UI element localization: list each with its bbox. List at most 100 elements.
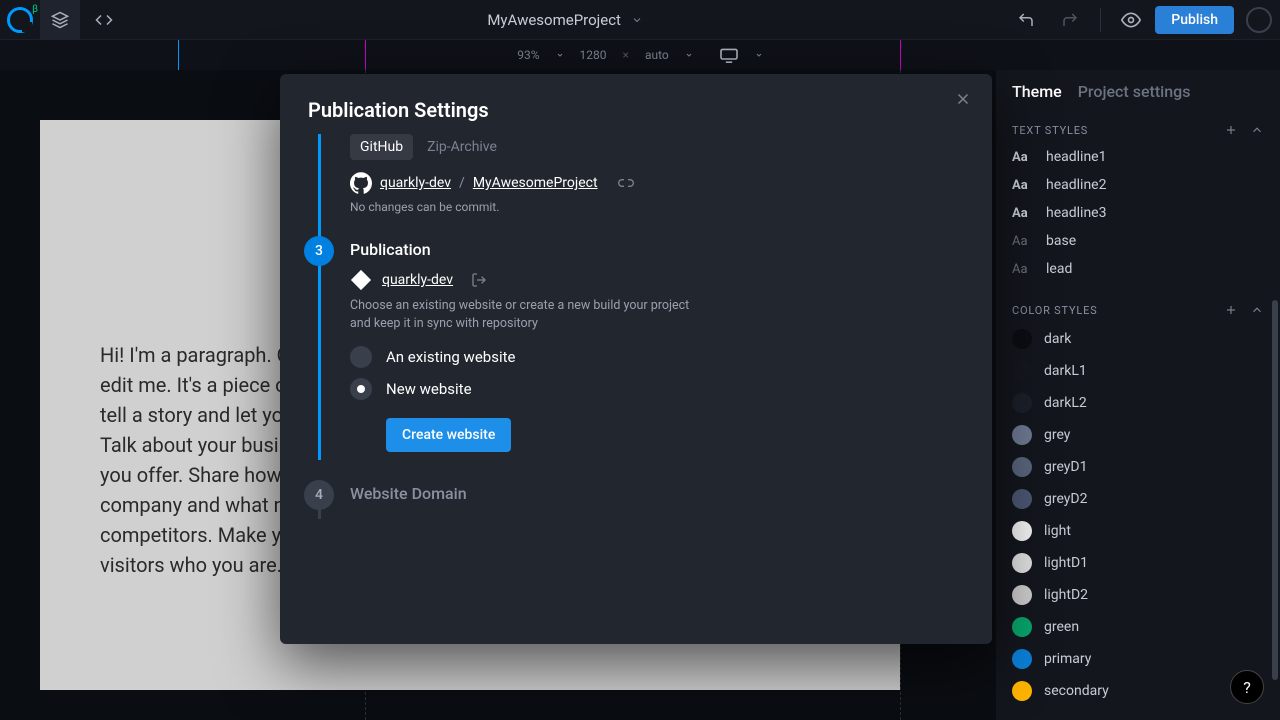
ruler-guide bbox=[900, 40, 901, 70]
color-name: dark bbox=[1044, 331, 1071, 347]
text-style-name: headline3 bbox=[1046, 205, 1106, 221]
text-style-item[interactable]: Aa headline3 bbox=[996, 199, 1280, 227]
github-icon bbox=[350, 172, 372, 194]
help-button[interactable]: ? bbox=[1230, 670, 1264, 704]
color-styles-heading: Color Styles bbox=[1012, 304, 1097, 317]
text-style-item[interactable]: Aa headline1 bbox=[996, 143, 1280, 171]
code-icon[interactable] bbox=[84, 0, 124, 40]
radio-indicator bbox=[350, 378, 372, 400]
color-name: lightD1 bbox=[1044, 555, 1088, 571]
commit-status: No changes can be commit. bbox=[350, 200, 968, 214]
text-style-item[interactable]: Aaheadline2 bbox=[996, 171, 1280, 199]
top-bar: β MyAwesomeProject Publish bbox=[0, 0, 1280, 40]
radio-existing-website[interactable]: An existing website bbox=[350, 346, 968, 368]
radio-new-website[interactable]: New website bbox=[350, 378, 968, 400]
color-style-item[interactable]: lightD2 bbox=[996, 579, 1280, 611]
layers-icon[interactable] bbox=[40, 0, 80, 40]
color-name: lightD2 bbox=[1044, 587, 1088, 603]
beta-badge: β bbox=[32, 4, 38, 15]
scrollbar[interactable] bbox=[1272, 300, 1278, 680]
preview-icon[interactable] bbox=[1111, 0, 1151, 40]
color-style-item[interactable]: greyD1 bbox=[996, 451, 1280, 483]
color-swatch bbox=[1012, 425, 1032, 445]
color-style-item[interactable]: grey bbox=[996, 419, 1280, 451]
color-style-item[interactable]: darkL2 bbox=[996, 387, 1280, 419]
radio-label: New website bbox=[386, 380, 472, 398]
color-style-item[interactable]: lightD1 bbox=[996, 547, 1280, 579]
plus-icon[interactable] bbox=[1224, 123, 1238, 137]
color-style-item[interactable]: darkL1 bbox=[996, 355, 1280, 387]
canvas-width[interactable]: 1280 bbox=[580, 48, 607, 62]
color-name: darkL2 bbox=[1044, 395, 1087, 411]
color-name: grey bbox=[1044, 427, 1070, 443]
github-owner-link[interactable]: quarkly-dev bbox=[380, 175, 451, 191]
text-style-name: headline2 bbox=[1046, 177, 1106, 193]
text-style-item[interactable]: Aabase bbox=[996, 227, 1280, 255]
color-name: greyD1 bbox=[1044, 459, 1088, 475]
subtab-zip[interactable]: Zip-Archive bbox=[417, 134, 507, 160]
color-name: secondary bbox=[1044, 683, 1109, 699]
netlify-account-link[interactable]: quarkly-dev bbox=[382, 272, 453, 288]
chevron-down-icon[interactable] bbox=[685, 51, 693, 59]
chevron-down-icon bbox=[631, 14, 643, 26]
desktop-icon[interactable] bbox=[719, 47, 739, 63]
chevron-down-icon[interactable] bbox=[556, 51, 564, 59]
color-swatch bbox=[1012, 681, 1032, 701]
color-name: darkL1 bbox=[1044, 363, 1087, 379]
color-name: light bbox=[1044, 523, 1071, 539]
project-name-label: MyAwesomeProject bbox=[487, 11, 621, 29]
text-style-name: base bbox=[1046, 233, 1076, 249]
step-3-title: Publication bbox=[350, 240, 968, 259]
step-3-badge: 3 bbox=[304, 236, 334, 266]
undo-icon[interactable] bbox=[1006, 0, 1046, 40]
subtab-github[interactable]: GitHub bbox=[350, 134, 413, 160]
color-name: greyD2 bbox=[1044, 491, 1088, 507]
text-styles-heading: Text Styles bbox=[1012, 124, 1088, 137]
color-swatch bbox=[1012, 617, 1032, 637]
redo-icon[interactable] bbox=[1050, 0, 1090, 40]
modal-title: Publication Settings bbox=[280, 74, 992, 134]
step-4-title: Website Domain bbox=[350, 484, 968, 503]
text-style-item[interactable]: Aalead bbox=[996, 255, 1280, 283]
color-swatch bbox=[1012, 585, 1032, 605]
radio-label: An existing website bbox=[386, 348, 515, 366]
color-swatch bbox=[1012, 361, 1032, 381]
unlink-icon[interactable] bbox=[618, 175, 634, 191]
color-style-item[interactable]: dark bbox=[996, 323, 1280, 355]
color-swatch bbox=[1012, 553, 1032, 573]
color-style-item[interactable]: greyD2 bbox=[996, 483, 1280, 515]
text-style-name: headline1 bbox=[1046, 149, 1106, 165]
step-3-description: Choose an existing website or create a n… bbox=[350, 297, 690, 332]
chevron-down-icon[interactable] bbox=[755, 51, 763, 59]
plus-icon[interactable] bbox=[1224, 303, 1238, 317]
text-sample-icon: Aa bbox=[1012, 206, 1034, 221]
text-sample-icon: Aa bbox=[1012, 150, 1034, 165]
tab-project-settings[interactable]: Project settings bbox=[1078, 82, 1191, 101]
ruler-guide bbox=[365, 40, 366, 70]
color-style-item[interactable]: light bbox=[996, 515, 1280, 547]
color-style-item[interactable]: green bbox=[996, 611, 1280, 643]
user-avatar[interactable] bbox=[1246, 7, 1272, 33]
ruler-guide bbox=[178, 40, 179, 70]
color-swatch bbox=[1012, 329, 1032, 349]
logout-icon[interactable] bbox=[471, 272, 487, 288]
publication-settings-modal: Publication Settings GitHub Zip-Archive … bbox=[280, 74, 992, 644]
app-logo[interactable]: β bbox=[0, 0, 40, 40]
chevron-up-icon[interactable] bbox=[1250, 123, 1264, 137]
step-4-badge: 4 bbox=[304, 480, 334, 510]
color-swatch bbox=[1012, 649, 1032, 669]
publish-button[interactable]: Publish bbox=[1155, 6, 1234, 34]
color-style-item[interactable]: primary bbox=[996, 643, 1280, 675]
radio-indicator bbox=[350, 346, 372, 368]
color-name: green bbox=[1044, 619, 1079, 635]
tab-theme[interactable]: Theme bbox=[1012, 82, 1062, 101]
netlify-icon bbox=[350, 269, 372, 291]
project-name[interactable]: MyAwesomeProject bbox=[124, 11, 1006, 29]
close-icon[interactable] bbox=[954, 90, 972, 108]
chevron-up-icon[interactable] bbox=[1250, 303, 1264, 317]
github-repo-link[interactable]: MyAwesomeProject bbox=[473, 175, 598, 191]
color-name: primary bbox=[1044, 651, 1091, 667]
create-website-button[interactable]: Create website bbox=[386, 418, 511, 452]
canvas-height[interactable]: auto bbox=[645, 48, 669, 62]
zoom-level[interactable]: 93% bbox=[517, 48, 539, 62]
